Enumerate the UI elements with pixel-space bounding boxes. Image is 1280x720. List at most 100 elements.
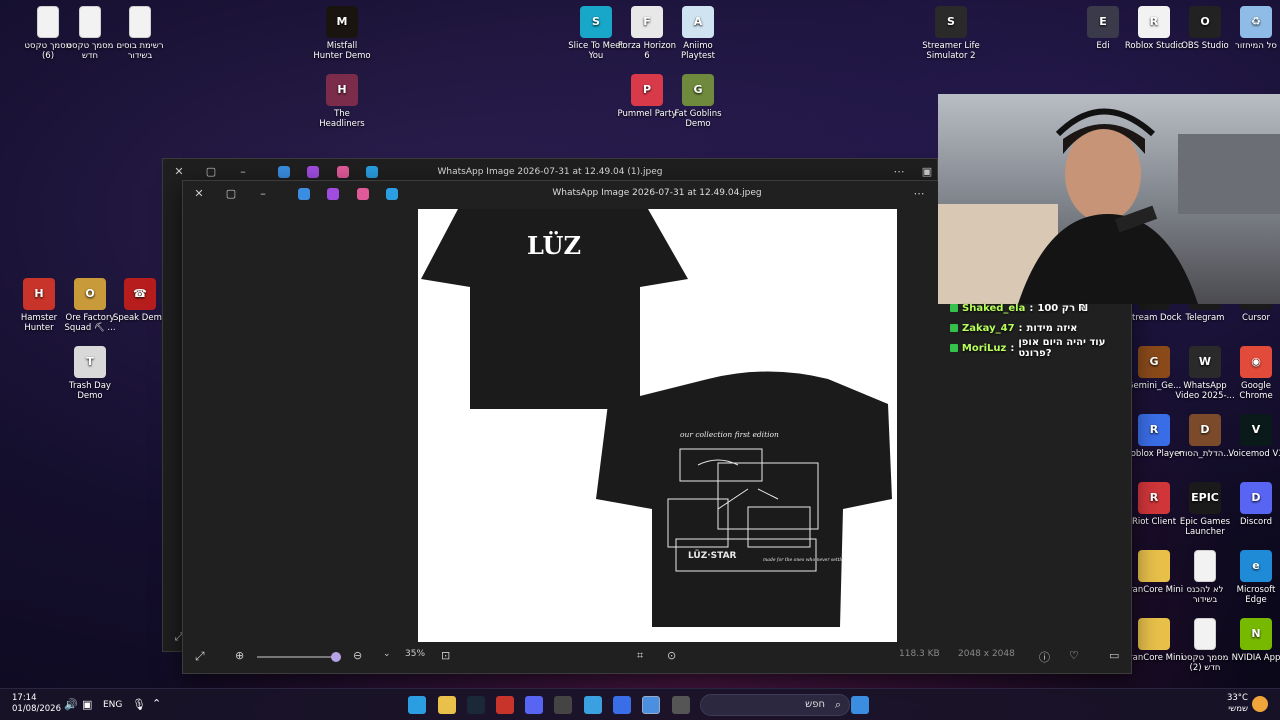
- app-icon: T: [74, 346, 106, 378]
- app-icon: ◉: [1240, 346, 1272, 378]
- zoom-in-icon[interactable]: ⊕: [235, 649, 244, 662]
- file-explorer-icon[interactable]: [438, 696, 456, 714]
- streamer-face: [1065, 126, 1141, 222]
- taskbar: 17:14 01/08/2026 🔊 ▣ ENG 🎙 ⌃ חפש ⌕ 33°C …: [0, 688, 1280, 720]
- desktop-icon[interactable]: ♻ סל המיחזור: [1226, 6, 1280, 51]
- desktop-icon[interactable]: G Fat Goblins Demo: [668, 74, 728, 129]
- search-placeholder: חפש: [805, 699, 825, 710]
- steam-icon[interactable]: [467, 696, 485, 714]
- desktop-icon[interactable]: ☎ Speak Demo: [110, 278, 170, 323]
- bottom-toolbar: ⤢ ⊕ ⊖ ⌄ 35% ⊡ ⌗ ⊙ 118.3 KB 2048 x 2048 ⓘ…: [183, 641, 1131, 673]
- photos-taskbar-icon[interactable]: [642, 696, 660, 714]
- weather-desc: שמשי: [1228, 704, 1248, 714]
- chevron-up-icon[interactable]: ⌃: [152, 697, 161, 710]
- network-icon[interactable]: ▣: [82, 698, 92, 711]
- webcam-overlay: [938, 94, 1280, 304]
- desktop-icon[interactable]: S Streamer Life Simulator 2: [921, 6, 981, 61]
- chat-badge-icon: [950, 344, 958, 352]
- app-taskbar-icon-2[interactable]: [584, 696, 602, 714]
- info-panel-icon[interactable]: ▣: [919, 164, 935, 180]
- app-icon: V: [1240, 414, 1272, 446]
- windows-start-icon[interactable]: [851, 696, 869, 714]
- app-icon: e: [1240, 550, 1272, 582]
- desktop-icon-label: Speak Demo: [112, 313, 168, 323]
- clock-time: 17:14: [12, 693, 37, 703]
- app-icon: R: [1138, 482, 1170, 514]
- paint-taskbar-icon[interactable]: [408, 696, 426, 714]
- stream-chat: Shaked_ela : רק 100 ₪ Zakay_47 : איזה מי…: [950, 298, 1140, 359]
- crop-icon[interactable]: ⌗: [637, 649, 643, 663]
- tshirt-photo: LÜZ our collection first edition LÜZ·STA…: [421, 209, 892, 627]
- zoom-slider[interactable]: [257, 652, 341, 662]
- app-icon: G: [1138, 346, 1170, 378]
- language-indicator[interactable]: ENG: [103, 700, 122, 710]
- chat-badge-icon: [950, 304, 958, 312]
- app-icon: R: [1138, 6, 1170, 38]
- task-view-icon[interactable]: [672, 696, 690, 714]
- desktop-icon[interactable]: M Mistfall Hunter Demo: [312, 6, 372, 61]
- chevron-down-icon[interactable]: ⌄: [383, 649, 391, 659]
- search-icon: ⌕: [834, 698, 841, 711]
- desktop-icon[interactable]: V Voicemod V3: [1226, 414, 1280, 459]
- weather-widget[interactable]: 33°C שמשי: [1218, 693, 1248, 715]
- clock[interactable]: 17:14 01/08/2026: [12, 693, 61, 715]
- desktop-icon[interactable]: N NVIDIA App: [1226, 618, 1280, 663]
- fullscreen-icon[interactable]: ⤢: [195, 649, 205, 664]
- text-file-icon: [1194, 618, 1216, 650]
- text-file-icon: [79, 6, 101, 38]
- desktop-icon[interactable]: D Discord: [1226, 482, 1280, 527]
- discord-taskbar-icon[interactable]: [525, 696, 543, 714]
- text-file-icon: [1194, 550, 1216, 582]
- desktop-icon[interactable]: A Aniimo Playtest: [668, 6, 728, 61]
- app-icon: A: [682, 6, 714, 38]
- desktop-icon-label: Streamer Life Simulator 2: [922, 41, 980, 61]
- desktop-icon[interactable]: e Microsoft Edge: [1226, 550, 1280, 605]
- chat-message: Shaked_ela : רק 100 ₪: [950, 298, 1140, 318]
- visual-search-icon[interactable]: ⊙: [667, 649, 676, 662]
- desktop-icon[interactable]: T Trash Day Demo: [60, 346, 120, 401]
- zoom-out-icon[interactable]: ⊖: [353, 649, 362, 662]
- favorite-icon[interactable]: ♡: [1069, 649, 1079, 662]
- app-icon: EPIC: [1189, 482, 1221, 514]
- zoom-level[interactable]: 35%: [405, 649, 425, 659]
- clock-date: 01/08/2026: [12, 704, 61, 714]
- microphone-icon[interactable]: 🎙: [132, 698, 146, 711]
- text-file-icon: [37, 6, 59, 38]
- start-grid-icon[interactable]: [613, 696, 631, 714]
- desktop-icon-label: רשימת בוסים בשידור: [116, 41, 164, 61]
- more-icon[interactable]: ⋯: [891, 164, 907, 180]
- chat-message: MoriLuz : עוד יהיה היום אופן פרונט?: [950, 337, 1140, 359]
- desktop-icon[interactable]: ◉ Google Chrome: [1226, 346, 1280, 401]
- folder-icon: [1138, 550, 1170, 582]
- fit-window-icon[interactable]: ⊡: [441, 649, 450, 662]
- photo-canvas[interactable]: LÜZ our collection first edition LÜZ·STA…: [418, 209, 897, 642]
- app-icon: S: [580, 6, 612, 38]
- app-icon: N: [1240, 618, 1272, 650]
- filmstrip-icon[interactable]: ▭: [1109, 649, 1119, 662]
- desktop-icon[interactable]: רשימת בוסים בשידור: [110, 6, 170, 61]
- desktop-icon-label: Voicemod V3: [1228, 449, 1280, 459]
- file-size: 118.3 KB: [899, 649, 940, 659]
- desktop-icon[interactable]: H The Headliners: [312, 74, 372, 129]
- window-title: WhatsApp Image 2026-07-31 at 12.49.04 (1…: [437, 167, 663, 177]
- desktop-icon-label: Mistfall Hunter Demo: [313, 41, 371, 61]
- app-taskbar-icon[interactable]: [496, 696, 514, 714]
- more-icon[interactable]: ⋯: [911, 186, 927, 202]
- taskbar-search[interactable]: חפש ⌕: [700, 694, 850, 716]
- zoom-slider-handle[interactable]: [331, 652, 341, 662]
- cam-background-monitor: [1178, 134, 1280, 214]
- app-icon: P: [631, 74, 663, 106]
- app-icon: E: [1087, 6, 1119, 38]
- volume-icon[interactable]: 🔊: [64, 698, 78, 711]
- app-icon: ☎: [124, 278, 156, 310]
- obs-taskbar-icon[interactable]: [554, 696, 572, 714]
- app-icon: H: [23, 278, 55, 310]
- app-icon: R: [1138, 414, 1170, 446]
- sun-icon: [1252, 696, 1268, 712]
- desktop-icon-label: Trash Day Demo: [69, 381, 111, 401]
- app-icon: H: [326, 74, 358, 106]
- info-icon[interactable]: ⓘ: [1039, 649, 1050, 665]
- app-icon: O: [1189, 6, 1221, 38]
- app-icon: W: [1189, 346, 1221, 378]
- desktop-icon-label: Cursor: [1242, 313, 1270, 323]
